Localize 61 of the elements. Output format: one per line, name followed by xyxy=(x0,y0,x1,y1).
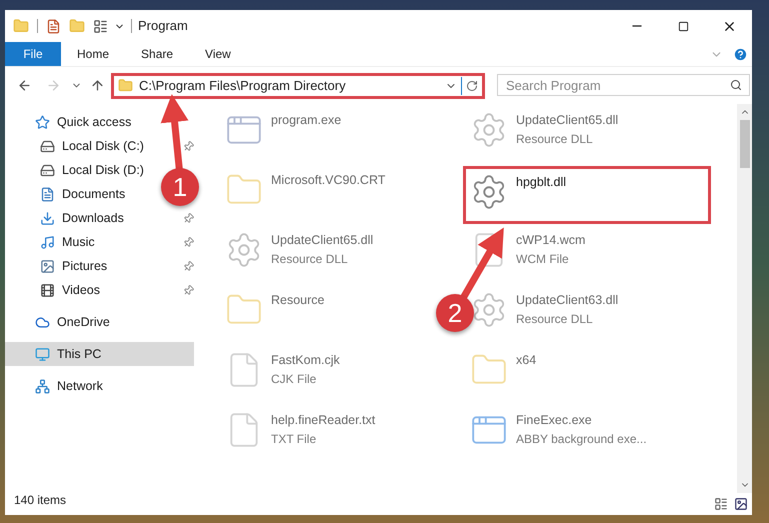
document-icon xyxy=(40,186,55,202)
nav-item[interactable]: OneDrive xyxy=(35,310,110,334)
nav-item[interactable]: Downloads xyxy=(40,206,124,230)
address-bar[interactable]: C:\Program Files\Program Directory xyxy=(111,72,485,98)
file-name[interactable]: cWP14.wcm xyxy=(516,231,586,250)
file-name[interactable]: Microsoft.VC90.CRT xyxy=(271,171,386,190)
search-icon xyxy=(730,78,742,90)
status-text: 140 items xyxy=(14,492,66,509)
file-name[interactable]: Resource xyxy=(271,291,324,310)
ribbon-tab[interactable]: View xyxy=(189,42,247,66)
file-name[interactable]: help.fineReader.txt xyxy=(271,411,376,430)
file-type: WCM File xyxy=(516,250,570,268)
nav-item[interactable]: Music xyxy=(40,230,95,254)
picture-icon xyxy=(40,258,55,274)
highlighted-file-item[interactable]: hpgblt.dll xyxy=(463,166,711,224)
file-name[interactable]: UpdateClient63.dll xyxy=(516,291,618,310)
file-name[interactable]: UpdateClient65.dll xyxy=(271,231,374,250)
window-title: Program xyxy=(138,17,188,36)
nav-item[interactable]: Pictures xyxy=(40,254,108,278)
help-icon[interactable] xyxy=(733,46,748,62)
search-field[interactable]: Search Program xyxy=(497,74,750,96)
cloud-icon xyxy=(35,314,50,330)
scrollbar[interactable] xyxy=(737,104,752,493)
file-name[interactable]: program.exe xyxy=(271,111,342,130)
drive-icon xyxy=(40,138,55,154)
scroll-thumb[interactable] xyxy=(740,120,750,168)
nav-item[interactable]: Documents xyxy=(40,182,126,206)
ribbon-tab[interactable]: Share xyxy=(125,42,190,66)
large-icons-view-icon[interactable] xyxy=(734,497,748,511)
details-view-icon[interactable] xyxy=(714,497,728,511)
file-type: Resource DLL xyxy=(516,310,594,328)
network-icon xyxy=(35,378,50,394)
nav-item[interactable]: Local Disk (D:) xyxy=(40,158,144,182)
download-icon xyxy=(40,210,55,226)
nav-item[interactable]: Quick access xyxy=(35,110,132,134)
monitor-icon xyxy=(35,346,50,362)
maximize-icon xyxy=(678,20,688,32)
up-icon[interactable] xyxy=(90,78,105,93)
star-icon xyxy=(35,114,50,130)
file-type: CJK File xyxy=(271,370,318,388)
file-name[interactable]: FineExec.exe xyxy=(516,411,647,430)
view-icon[interactable] xyxy=(93,18,108,34)
ribbon-tab[interactable]: Home xyxy=(61,42,126,66)
file-type: TXT File xyxy=(271,430,318,448)
film-icon xyxy=(40,282,55,298)
file-name[interactable]: FastKom.cjk xyxy=(271,351,340,370)
file-name[interactable]: UpdateClient65.dll xyxy=(516,111,618,130)
file-type: ABBY background exe... xyxy=(516,430,647,448)
file-type: Resource DLL xyxy=(516,130,594,148)
file-type: Resource DLL xyxy=(271,250,349,268)
nav-item[interactable]: Local Disk (C:) xyxy=(40,134,144,158)
properties-icon[interactable] xyxy=(46,18,61,34)
music-note-icon xyxy=(40,234,55,250)
nav-item[interactable]: Videos xyxy=(40,278,100,302)
back-icon[interactable] xyxy=(17,78,32,93)
file-name[interactable]: x64 xyxy=(516,351,536,370)
file-name[interactable]: hpgblt.dll xyxy=(516,173,566,192)
nav-item[interactable]: Network xyxy=(35,374,103,398)
drive-icon xyxy=(40,162,55,178)
nav-item[interactable]: This PC xyxy=(5,342,194,366)
ribbon-tab[interactable]: File xyxy=(5,42,61,66)
